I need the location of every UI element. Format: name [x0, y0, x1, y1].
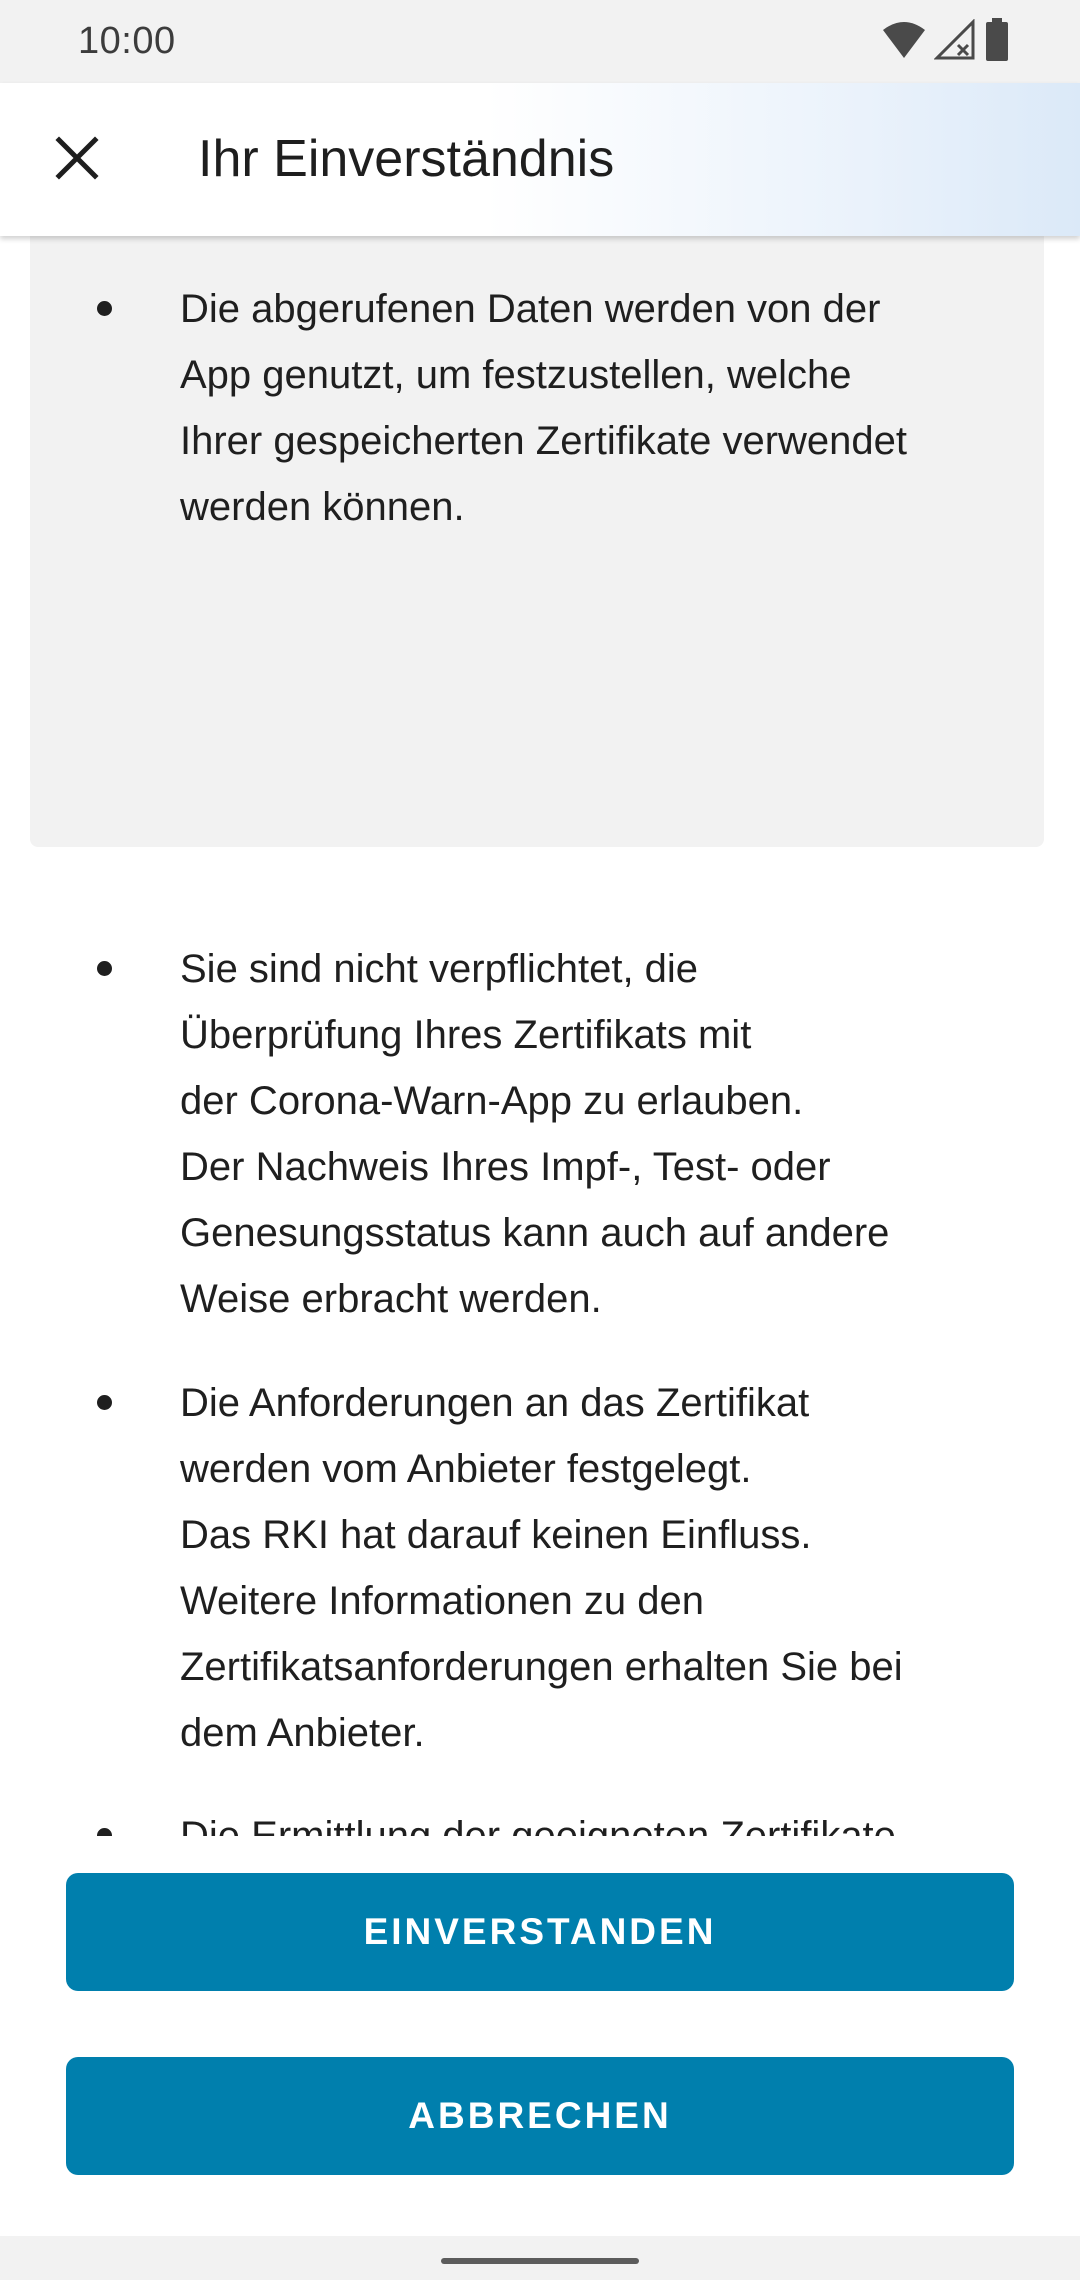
bullet-dot: [97, 1828, 112, 1836]
bullet-dot: [97, 301, 112, 316]
bullet-dot: [97, 961, 112, 976]
bullet-text: Sie sind nicht verpflichtet, die Überprü…: [180, 947, 890, 1321]
bullet-text: Die Anforderungen an das Zertifikat werd…: [180, 1381, 903, 1755]
cancel-button[interactable]: ABBRECHEN: [66, 2057, 1014, 2175]
status-bar: 10:00: [0, 0, 1080, 83]
gesture-handle[interactable]: [441, 2258, 639, 2264]
cellular-no-signal-icon: [933, 17, 976, 66]
app-bar: Ihr Einverständnis: [0, 83, 1080, 236]
status-time: 10:00: [78, 20, 176, 62]
wifi-icon: [882, 20, 926, 65]
status-icons: [882, 17, 1010, 67]
bullet-text: Die abgerufenen Daten werden von der App…: [180, 287, 908, 529]
close-icon: [55, 135, 99, 185]
bullet-text: Die Ermittlung der geeigneten Zertifikat…: [180, 1814, 896, 1836]
navigation-bar: [0, 2236, 1080, 2280]
agree-button[interactable]: EINVERSTANDEN: [66, 1873, 1014, 1991]
bullet-dot: [97, 1395, 112, 1410]
close-button[interactable]: [38, 121, 116, 199]
consent-content[interactable]: Die abgerufenen Daten werden von der App…: [0, 236, 1080, 1836]
page-title: Ihr Einverständnis: [198, 130, 615, 188]
battery-icon: [984, 17, 1010, 67]
